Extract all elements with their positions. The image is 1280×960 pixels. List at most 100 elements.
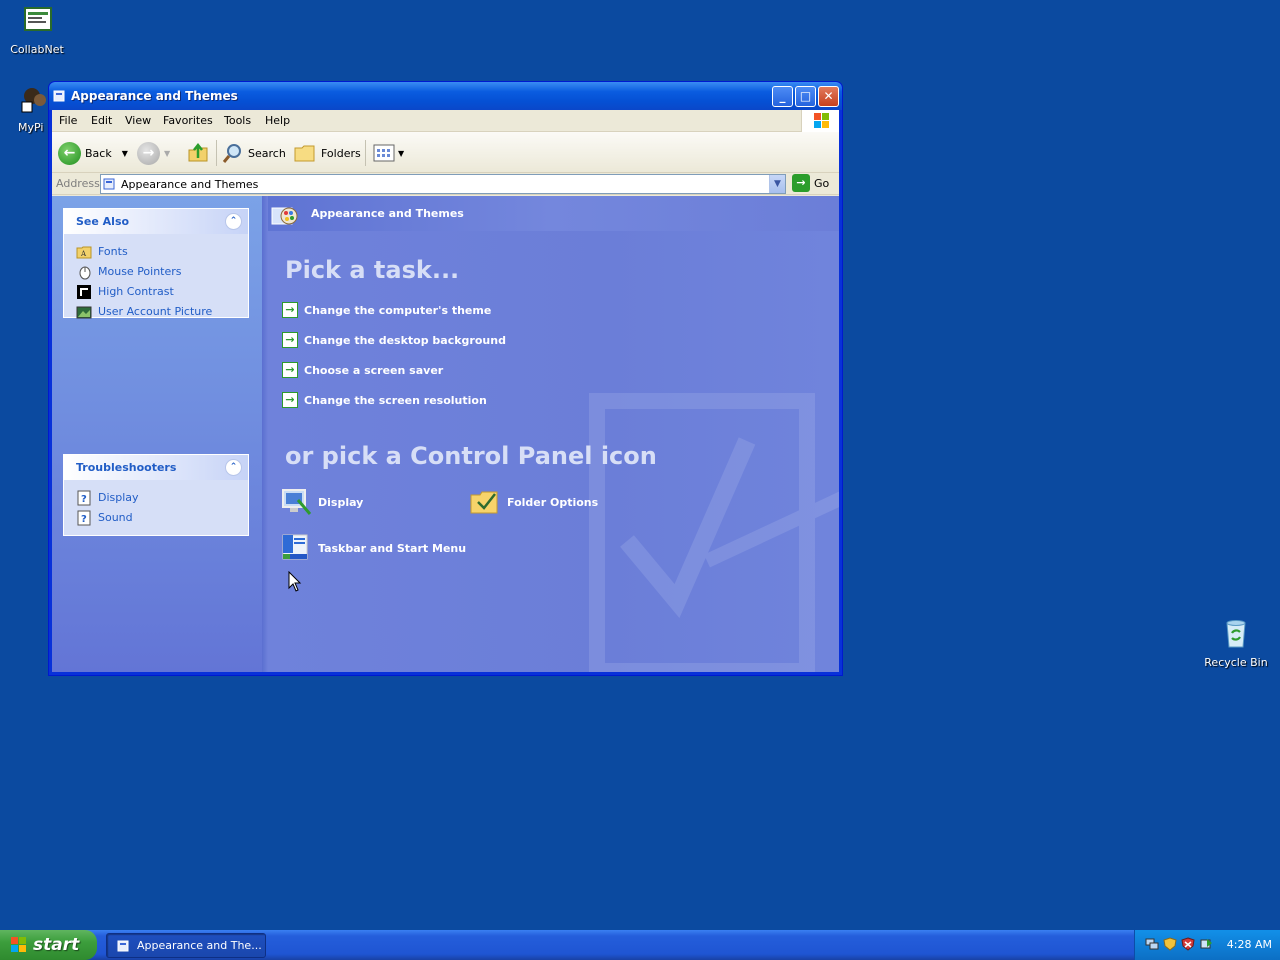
update-icon[interactable] <box>1199 937 1213 951</box>
menu-tools[interactable]: Tools <box>224 114 251 127</box>
troubleshooters-box: Troubleshooters ⌃ ? Display ? Sound <box>63 454 249 536</box>
network-icon[interactable] <box>1145 937 1159 951</box>
mypictures-icon <box>21 88 46 113</box>
menu-edit[interactable]: Edit <box>91 114 112 127</box>
menu-view[interactable]: View <box>125 114 151 127</box>
task-change-desktop-background[interactable]: → Change the desktop background <box>282 331 506 349</box>
help-icon: ? <box>77 510 91 526</box>
mouse-icon <box>79 266 91 280</box>
task-change-theme[interactable]: → Change the computer's theme <box>282 301 491 319</box>
cp-icon-folder-options[interactable]: Folder Options <box>469 486 598 518</box>
windows-flag-icon <box>814 113 829 128</box>
menu-file[interactable]: File <box>59 114 77 127</box>
control-panel-icon <box>53 90 65 102</box>
see-also-item-user-account-picture[interactable]: User Account Picture <box>64 302 248 322</box>
see-also-header[interactable]: See Also ⌃ <box>64 209 248 234</box>
troubleshooter-item-label: Sound <box>98 511 133 524</box>
cp-icon-display[interactable]: Display <box>280 486 363 518</box>
task-arrow-icon: → <box>282 392 298 408</box>
see-also-item-mouse-pointers[interactable]: Mouse Pointers <box>64 262 248 282</box>
task-change-screen-resolution[interactable]: → Change the screen resolution <box>282 391 487 409</box>
folders-button[interactable]: Folders <box>293 140 361 166</box>
menu-favorites[interactable]: Favorites <box>163 114 213 127</box>
watermark-checkmark-icon <box>589 393 839 672</box>
menu-help[interactable]: Help <box>265 114 290 127</box>
recycle-bin-icon <box>1226 620 1246 648</box>
task-arrow-icon: → <box>282 332 298 348</box>
taskbar-item-label: Appearance and The... <box>137 939 262 952</box>
up-folder-button[interactable] <box>187 140 209 166</box>
address-dropdown-button[interactable]: ▼ <box>769 175 785 193</box>
address-value: Appearance and Themes <box>121 178 259 191</box>
folder-options-icon <box>470 491 498 514</box>
mouse-cursor-icon <box>288 571 302 592</box>
cp-icon-label: Folder Options <box>507 495 599 509</box>
control-panel-icon <box>103 178 115 190</box>
start-label: start <box>33 935 80 955</box>
go-button[interactable]: → Go <box>792 174 829 192</box>
back-dropdown-icon[interactable]: ▼ <box>122 149 128 158</box>
maximize-button[interactable]: □ <box>795 86 816 107</box>
task-label: Change the computer's theme <box>304 303 492 317</box>
collabnet-icon <box>24 7 52 31</box>
address-field[interactable]: Appearance and Themes ▼ <box>100 174 786 194</box>
close-icon: ✕ <box>823 89 834 103</box>
high-contrast-icon <box>77 285 91 299</box>
collapse-icon[interactable]: ⌃ <box>225 459 242 476</box>
cp-icon-label: Display <box>318 495 364 509</box>
desktop-icon-recycle-bin[interactable]: Recycle Bin <box>1199 617 1273 669</box>
see-also-box: See Also ⌃ A Fonts Mouse Pointers High C… <box>63 208 249 319</box>
title-bar[interactable]: Appearance and Themes _ □ ✕ <box>49 82 842 110</box>
window-title: Appearance and Themes <box>71 89 238 103</box>
menu-bar: File Edit View Favorites Tools Help <box>52 110 839 132</box>
content-area: Appearance and Themes Pick a task... → C… <box>262 196 839 672</box>
search-button[interactable]: Search <box>222 140 286 166</box>
go-arrow-icon: → <box>792 174 810 192</box>
task-heading: Pick a task... <box>285 256 460 284</box>
folders-label: Folders <box>321 146 361 160</box>
antivirus-icon[interactable] <box>1181 937 1195 951</box>
views-button[interactable]: ▼ <box>372 140 404 166</box>
chevron-down-icon: ▼ <box>774 179 781 189</box>
start-button[interactable]: start <box>0 930 97 960</box>
minimize-button[interactable]: _ <box>772 86 793 107</box>
see-also-item-label: User Account Picture <box>98 305 213 318</box>
windows-logo <box>801 110 839 132</box>
close-button[interactable]: ✕ <box>818 86 839 107</box>
forward-button[interactable]: → ▼ <box>137 140 170 166</box>
desktop-icon-label: CollabNet <box>10 43 64 56</box>
toolbar-separator <box>365 140 366 166</box>
collapse-icon[interactable]: ⌃ <box>225 213 242 230</box>
appearance-themes-icon <box>271 207 298 225</box>
svg-text:?: ? <box>81 494 87 505</box>
toolbar-separator <box>216 140 217 166</box>
troubleshooter-item-sound[interactable]: ? Sound <box>64 508 248 528</box>
task-label: Choose a screen saver <box>304 363 444 377</box>
troubleshooters-header[interactable]: Troubleshooters ⌃ <box>64 455 248 480</box>
see-also-item-label: High Contrast <box>98 285 174 298</box>
taskbar-item-appearance-themes[interactable]: Appearance and The... <box>106 933 266 958</box>
see-also-title: See Also <box>76 215 130 228</box>
see-also-item-fonts[interactable]: A Fonts <box>64 242 248 262</box>
see-also-item-label: Mouse Pointers <box>98 265 182 278</box>
taskbar: start Appearance and The... 4:28 AM <box>0 930 1280 960</box>
user-picture-icon <box>76 306 92 319</box>
task-choose-screen-saver[interactable]: → Choose a screen saver <box>282 361 443 379</box>
security-shield-icon[interactable] <box>1163 937 1177 951</box>
forward-dropdown-icon: ▼ <box>164 148 171 158</box>
desktop-icon-collabnet[interactable]: CollabNet <box>0 4 74 56</box>
cp-icon-taskbar-start-menu[interactable]: Taskbar and Start Menu <box>280 532 466 564</box>
folders-icon <box>294 145 315 162</box>
troubleshooters-title: Troubleshooters <box>76 461 177 474</box>
task-arrow-icon: → <box>282 362 298 378</box>
desktop-icon-label: Recycle Bin <box>1204 656 1268 669</box>
clock[interactable]: 4:28 AM <box>1227 938 1272 951</box>
pane-divider <box>262 196 268 672</box>
see-also-item-label: Fonts <box>98 245 128 258</box>
back-label: Back <box>85 146 112 160</box>
see-also-item-high-contrast[interactable]: High Contrast <box>64 282 248 302</box>
display-icon <box>282 489 312 515</box>
task-pane: See Also ⌃ A Fonts Mouse Pointers High C… <box>52 196 262 672</box>
troubleshooter-item-display[interactable]: ? Display <box>64 488 248 508</box>
back-button[interactable]: ← Back ▼ <box>58 140 128 166</box>
